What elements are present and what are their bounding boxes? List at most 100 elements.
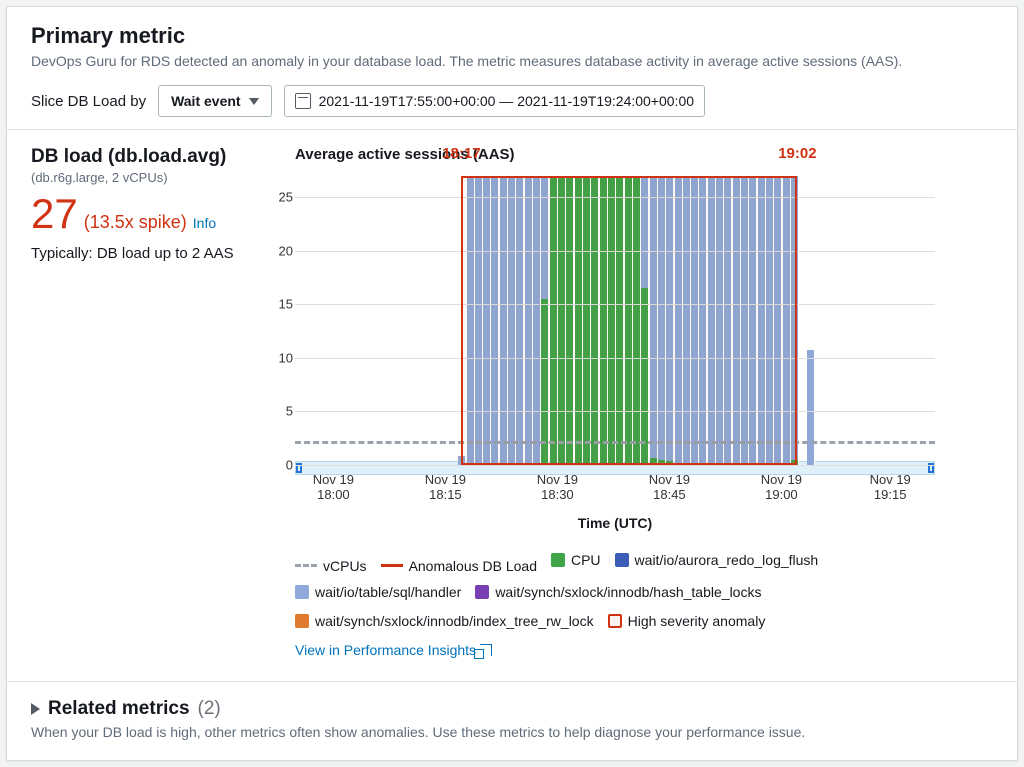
legend-swatch [295,564,317,567]
bar [641,176,649,465]
bar [625,176,633,465]
performance-insights-link[interactable]: View in Performance Insights [295,637,492,664]
calendar-icon [295,93,311,109]
bar [633,176,641,465]
bar [616,176,624,465]
bar [533,176,541,465]
chart-area: Average active sessions (AAS) Time (UTC)… [295,146,993,663]
bar [508,176,516,465]
related-metrics-section: Related metrics (2) When your DB load is… [7,681,1017,760]
toolbar: Slice DB Load by Wait event 2021-11-19T1… [7,79,1017,130]
bar [458,456,466,465]
legend-swatch [295,585,309,599]
date-range-picker[interactable]: 2021-11-19T17:55:00+00:00 — 2021-11-19T1… [284,85,705,117]
info-link[interactable]: Info [193,215,216,231]
anomaly-time-marker: 19:02 [778,145,816,162]
legend-label: vCPUs [323,553,367,580]
date-range-value: 2021-11-19T17:55:00+00:00 — 2021-11-19T1… [319,93,694,109]
bar [558,176,566,465]
slice-select-value: Wait event [171,93,241,109]
legend-item-anom-line[interactable]: Anomalous DB Load [381,553,537,580]
x-tick: Nov 1919:15 [870,472,911,503]
legend-label: Anomalous DB Load [409,553,537,580]
x-tick: Nov 1918:00 [313,472,354,503]
bar [516,176,524,465]
bar [699,176,707,465]
bar [500,176,508,465]
panel-body: DB load (db.load.avg) (db.r6g.large, 2 v… [7,130,1017,681]
vcpu-reference-line [295,441,935,444]
expand-icon [31,703,40,715]
legend-item-hash[interactable]: wait/synch/sxlock/innodb/hash_table_lock… [475,579,761,606]
chevron-down-icon [249,98,259,105]
y-tick: 15 [265,297,293,312]
primary-metric-panel: Primary metric DevOps Guru for RDS detec… [6,6,1018,761]
x-tick: Nov 1919:00 [761,472,802,503]
legend-label: wait/synch/sxlock/innodb/index_tree_rw_l… [315,608,594,635]
bar [467,176,475,465]
x-axis-label: Time (UTC) [578,515,652,531]
legend-label: High severity anomaly [628,608,766,635]
bar [749,176,757,465]
chart-title: Average active sessions (AAS) [295,146,993,163]
bar [758,176,766,465]
legend-item-sev[interactable]: High severity anomaly [608,608,766,635]
chart-legend: vCPUs Anomalous DB Load CPU wait/io/aurora_… [295,547,955,663]
y-tick: 20 [265,243,293,258]
legend-item-redo[interactable]: wait/io/aurora_redo_log_flush [615,547,819,574]
legend-item-vcpus[interactable]: vCPUs [295,553,367,580]
y-tick: 25 [265,190,293,205]
bar [716,176,724,465]
legend-item-rw[interactable]: wait/synch/sxlock/innodb/index_tree_rw_l… [295,608,594,635]
bar [608,176,616,465]
bar [708,176,716,465]
bar [683,176,691,465]
related-metrics-toggle[interactable]: Related metrics (2) [31,698,993,720]
aas-chart[interactable]: Time (UTC) 0510152025Nov 1918:00Nov 1918… [295,165,935,465]
bar [675,176,683,465]
bar [791,176,799,465]
y-tick: 0 [265,458,293,473]
legend-swatch [475,585,489,599]
bar [741,176,749,465]
metric-value: 27 [31,193,78,235]
bar [724,176,732,465]
y-tick: 5 [265,404,293,419]
bar [733,176,741,465]
legend-item-cpu[interactable]: CPU [551,547,601,574]
related-subtitle: When your DB load is high, other metrics… [31,724,993,740]
y-tick: 10 [265,350,293,365]
legend-swatch [381,564,403,567]
bar [691,176,699,465]
bar [566,176,574,465]
bar [475,176,483,465]
legend-swatch [608,614,622,628]
bar [666,176,674,465]
metric-name: DB load (db.load.avg) [31,146,271,168]
x-tick: Nov 1918:15 [425,472,466,503]
legend-swatch [295,614,309,628]
legend-swatch [551,553,565,567]
legend-swatch [615,553,629,567]
bar [650,176,658,465]
bar [766,176,774,465]
bar [591,176,599,465]
related-count: (2) [198,698,221,720]
x-tick: Nov 1918:45 [649,472,690,503]
legend-item-handler[interactable]: wait/io/table/sql/handler [295,579,461,606]
bar [491,176,499,465]
typical-load: Typically: DB load up to 2 AAS [31,245,271,262]
legend-label: CPU [571,547,601,574]
slice-label: Slice DB Load by [31,93,146,110]
external-link-icon [480,644,492,656]
panel-subtitle: DevOps Guru for RDS detected an anomaly … [31,53,993,69]
legend-label: wait/io/aurora_redo_log_flush [635,547,819,574]
slice-select[interactable]: Wait event [158,85,272,117]
bar [583,176,591,465]
bar [774,176,782,465]
panel-title: Primary metric [31,23,993,49]
bar [807,350,815,465]
legend-label: wait/synch/sxlock/innodb/hash_table_lock… [495,579,761,606]
instance-info: (db.r6g.large, 2 vCPUs) [31,170,271,185]
bar [658,176,666,465]
